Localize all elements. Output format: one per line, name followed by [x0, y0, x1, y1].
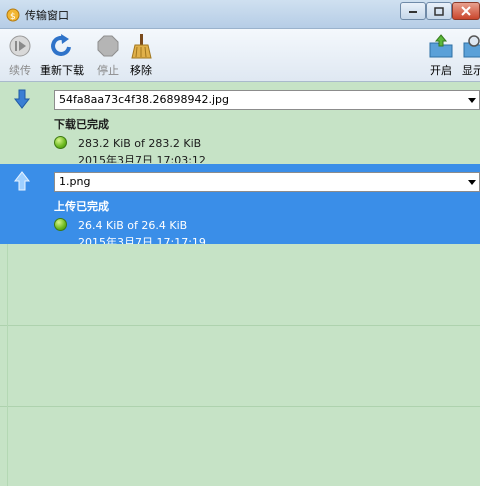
- open-button[interactable]: 开启: [428, 33, 454, 78]
- maximize-button[interactable]: [426, 2, 452, 20]
- remove-label: 移除: [130, 64, 152, 77]
- filename-value: 1.png: [59, 175, 91, 188]
- minimize-button[interactable]: [400, 2, 426, 20]
- title-bar: $ 传输窗口: [0, 0, 480, 29]
- filename-select[interactable]: 1.png: [54, 172, 480, 192]
- transfer-date: 2015年3月7日 17:17:19: [78, 236, 206, 244]
- resume-button[interactable]: 续传: [7, 33, 33, 78]
- close-icon: [461, 6, 471, 16]
- transfer-row-upload[interactable]: 1.png 上传已完成 26.4 KiB of 26.4 KiB 2015年3月…: [0, 164, 480, 244]
- refresh-icon: [51, 34, 71, 56]
- list-divider: [7, 244, 8, 486]
- redownload-button[interactable]: 重新下载: [40, 33, 84, 78]
- maximize-icon: [434, 6, 444, 16]
- status-dot-icon: [54, 136, 67, 149]
- open-folder-icon: [429, 34, 453, 58]
- chevron-down-icon: [468, 98, 476, 103]
- broom-icon: [131, 34, 152, 59]
- svg-text:$: $: [10, 12, 16, 22]
- filename-value: 54fa8aa73c4f38.26898942.jpg: [59, 93, 230, 106]
- status-dot-icon: [54, 218, 67, 231]
- upload-arrow-icon: [13, 171, 31, 191]
- transfer-date: 2015年3月7日 17:03:12: [78, 154, 206, 163]
- row-separator: [0, 325, 480, 326]
- window-title: 传输窗口: [25, 9, 69, 22]
- filename-select[interactable]: 54fa8aa73c4f38.26898942.jpg: [54, 90, 480, 110]
- transfer-status: 上传已完成: [54, 200, 109, 213]
- resume-icon: [9, 35, 31, 57]
- minimize-icon: [409, 11, 417, 13]
- app-icon: $: [6, 8, 20, 22]
- row-separator: [0, 406, 480, 407]
- show-label: 显示: [462, 64, 480, 77]
- transfer-size: 283.2 KiB of 283.2 KiB: [78, 137, 202, 150]
- show-folder-icon: [463, 35, 480, 58]
- stop-button[interactable]: 停止: [95, 33, 121, 78]
- transfer-row-download[interactable]: 54fa8aa73c4f38.26898942.jpg 下载已完成 283.2 …: [0, 82, 480, 163]
- transfer-size: 26.4 KiB of 26.4 KiB: [78, 219, 188, 232]
- remove-button[interactable]: 移除: [128, 33, 154, 78]
- transfer-status: 下载已完成: [54, 118, 109, 131]
- show-button[interactable]: 显示: [460, 33, 480, 78]
- chevron-down-icon: [468, 180, 476, 185]
- stop-icon: [97, 35, 119, 57]
- stop-label: 停止: [97, 64, 119, 77]
- download-arrow-icon: [13, 89, 31, 109]
- redownload-label: 重新下载: [40, 64, 84, 77]
- close-button[interactable]: [452, 2, 480, 20]
- open-label: 开启: [430, 64, 452, 77]
- toolbar: 续传 重新下载 停止 移除 开启 显示: [0, 29, 480, 82]
- resume-label: 续传: [9, 64, 31, 77]
